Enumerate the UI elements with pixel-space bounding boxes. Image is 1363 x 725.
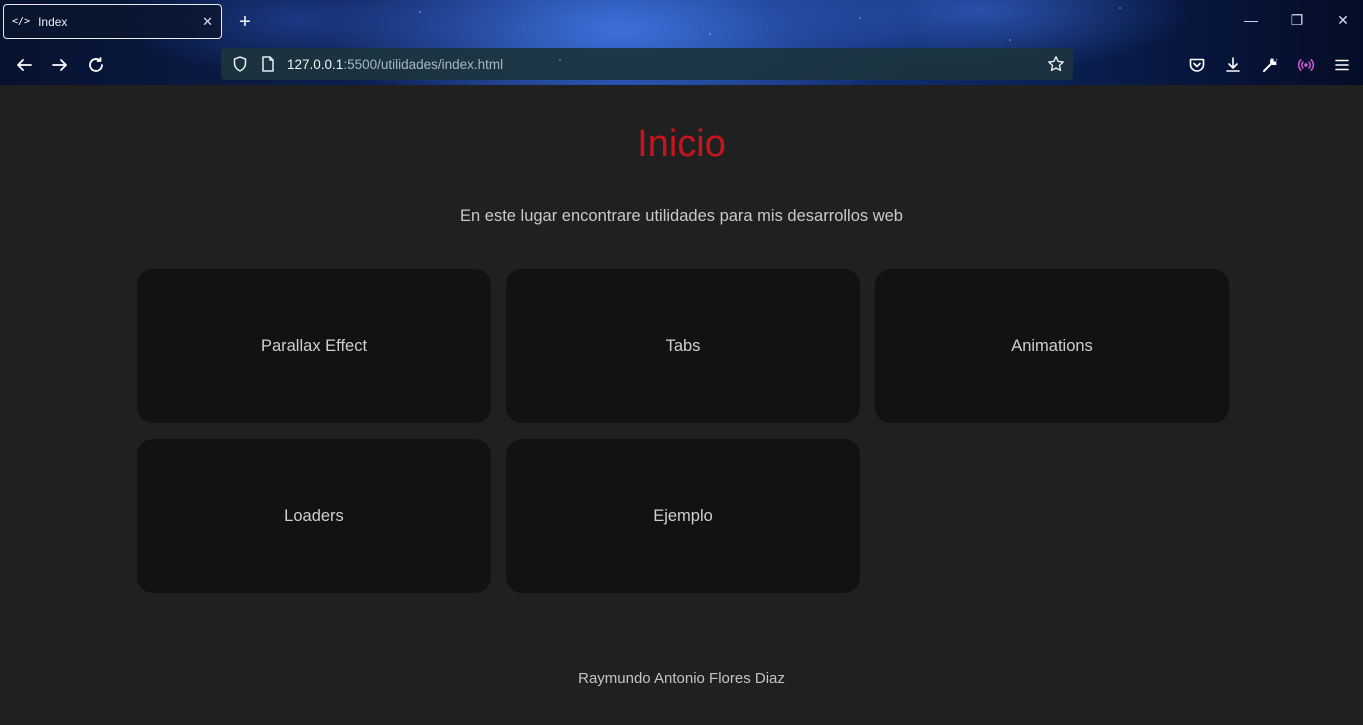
page-title: Inicio [637,123,726,165]
page-icon[interactable] [259,55,277,73]
footer-author: Raymundo Antonio Flores Diaz [578,670,785,687]
star-icon[interactable] [1047,55,1065,73]
back-button[interactable] [11,52,37,78]
tab-title: Index [38,14,68,29]
card-tabs[interactable]: Tabs [506,269,860,423]
menu-icon[interactable] [1332,55,1352,75]
url-path: :5500/utilidades/index.html [343,56,504,72]
url-bar[interactable]: 127.0.0.1:5500/utilidades/index.html [221,48,1073,80]
restore-icon[interactable]: ❐ [1282,12,1312,29]
wrench-icon[interactable] [1260,55,1280,75]
card-ejemplo[interactable]: Ejemplo [506,439,860,593]
card-label: Tabs [665,336,701,355]
shield-icon[interactable] [231,55,249,73]
reload-icon [89,57,103,72]
browser-chrome: </> Index ✕ + — ❐ ✕ 127.0.0.1:5500/utili… [0,0,1363,85]
page-content: Inicio En este lugar encontrare utilidad… [0,85,1363,725]
reload-button[interactable] [83,52,109,78]
code-favicon-icon: </> [12,16,31,27]
card-label: Ejemplo [653,506,713,525]
pocket-icon[interactable] [1187,55,1207,75]
minimize-icon[interactable]: — [1236,12,1266,28]
card-loaders[interactable]: Loaders [137,439,491,593]
forward-icon [52,59,67,71]
back-icon [17,59,32,71]
card-label: Animations [1011,336,1093,355]
card-parallax-effect[interactable]: Parallax Effect [137,269,491,423]
card-label: Parallax Effect [260,336,368,355]
broadcast-icon[interactable] [1296,55,1316,75]
card-label: Loaders [284,506,344,525]
new-tab-button[interactable]: + [234,9,256,35]
forward-button[interactable] [47,52,73,78]
close-tab-icon[interactable]: ✕ [202,14,213,30]
url-host: 127.0.0.1 [287,56,344,72]
card-animations[interactable]: Animations [875,269,1229,423]
tab-index[interactable]: </> Index ✕ [3,4,222,39]
download-icon[interactable] [1223,55,1243,75]
page-subtitle: En este lugar encontrare utilidades para… [460,207,903,225]
close-window-icon[interactable]: ✕ [1328,12,1358,29]
